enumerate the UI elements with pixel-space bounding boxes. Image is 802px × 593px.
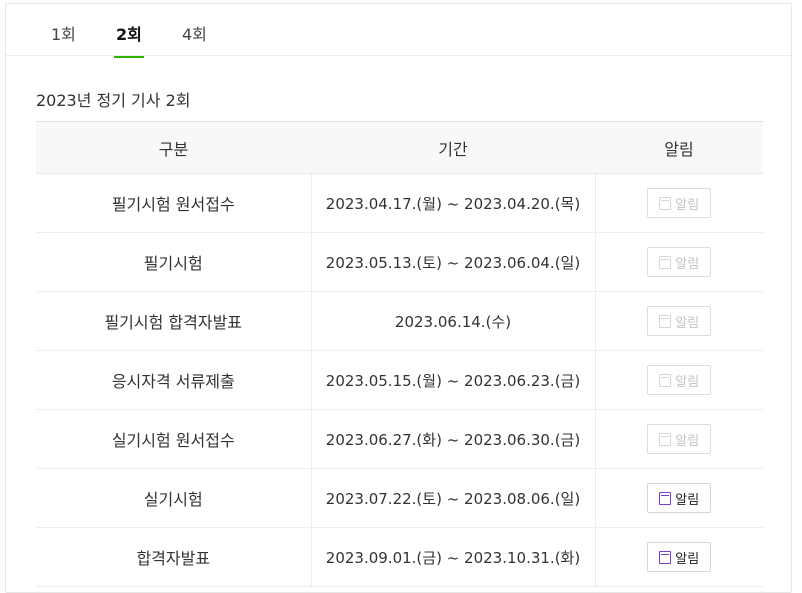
row-period: 2023.05.13.(토) ~ 2023.06.04.(일): [310, 232, 596, 292]
row-period: 2023.05.15.(월) ~ 2023.06.23.(금): [310, 350, 596, 410]
alarm-button[interactable]: 알림: [647, 483, 712, 513]
alarm-button-label: 알림: [675, 374, 700, 390]
row-category: 실기시험 원서접수: [36, 409, 311, 469]
row-category: 필기시험: [36, 232, 311, 292]
tab-round-2[interactable]: 2회: [114, 21, 144, 58]
alarm-button[interactable]: 알림: [647, 306, 712, 336]
row-alarm-cell: 알림: [595, 291, 763, 351]
calendar-icon: [659, 373, 672, 387]
row-category: 합격자발표: [36, 527, 311, 587]
row-period: 2023.04.17.(월) ~ 2023.04.20.(목): [310, 173, 596, 233]
table-row: 응시자격 서류제출 2023.05.15.(월) ~ 2023.06.23.(금…: [36, 350, 763, 410]
calendar-icon: [659, 314, 672, 328]
table-row: 필기시험 2023.05.13.(토) ~ 2023.06.04.(일) 알림: [36, 232, 763, 292]
schedule-panel: 1회 2회 4회 2023년 정기 기사 2회 구분 기간 알림 필기시험 원서…: [5, 3, 792, 593]
row-alarm-cell: 알림: [595, 468, 763, 528]
calendar-icon: [659, 432, 672, 446]
calendar-icon: [659, 196, 672, 210]
row-period: 2023.06.14.(수): [310, 291, 596, 351]
header-period: 기간: [311, 121, 595, 174]
alarm-button[interactable]: 알림: [647, 247, 712, 277]
alarm-button-label: 알림: [675, 315, 700, 331]
row-category: 필기시험 원서접수: [36, 173, 311, 233]
alarm-button[interactable]: 알림: [647, 542, 712, 572]
calendar-icon: [659, 255, 672, 269]
alarm-button-label: 알림: [675, 492, 700, 508]
alarm-button[interactable]: 알림: [647, 188, 712, 218]
table-row: 필기시험 원서접수 2023.04.17.(월) ~ 2023.04.20.(목…: [36, 173, 763, 233]
alarm-button-label: 알림: [675, 197, 700, 213]
row-alarm-cell: 알림: [595, 173, 763, 233]
table-row: 필기시험 합격자발표 2023.06.14.(수) 알림: [36, 291, 763, 351]
header-category: 구분: [36, 121, 311, 174]
schedule-table: 구분 기간 알림 필기시험 원서접수 2023.04.17.(월) ~ 2023…: [36, 121, 763, 587]
alarm-button[interactable]: 알림: [647, 365, 712, 395]
alarm-button[interactable]: 알림: [647, 424, 712, 454]
alarm-button-label: 알림: [675, 256, 700, 272]
table-header-row: 구분 기간 알림: [36, 121, 763, 174]
row-period: 2023.07.22.(토) ~ 2023.08.06.(일): [310, 468, 596, 528]
calendar-icon: [659, 550, 672, 564]
alarm-button-label: 알림: [675, 433, 700, 449]
row-category: 실기시험: [36, 468, 311, 528]
tab-round-4[interactable]: 4회: [180, 21, 209, 56]
row-category: 응시자격 서류제출: [36, 350, 311, 410]
row-period: 2023.09.01.(금) ~ 2023.10.31.(화): [310, 527, 596, 587]
alarm-button-label: 알림: [675, 551, 700, 567]
row-category: 필기시험 합격자발표: [36, 291, 311, 351]
section-title: 2023년 정기 기사 2회: [36, 91, 191, 110]
row-alarm-cell: 알림: [595, 232, 763, 292]
header-alarm: 알림: [595, 121, 763, 174]
table-row: 실기시험 원서접수 2023.06.27.(화) ~ 2023.06.30.(금…: [36, 409, 763, 469]
row-period: 2023.06.27.(화) ~ 2023.06.30.(금): [310, 409, 596, 469]
row-alarm-cell: 알림: [595, 350, 763, 410]
round-tabs: 1회 2회 4회: [6, 4, 791, 58]
table-row: 합격자발표 2023.09.01.(금) ~ 2023.10.31.(화) 알림: [36, 527, 763, 587]
table-row: 실기시험 2023.07.22.(토) ~ 2023.08.06.(일) 알림: [36, 468, 763, 528]
calendar-icon: [659, 491, 672, 505]
row-alarm-cell: 알림: [595, 527, 763, 587]
row-alarm-cell: 알림: [595, 409, 763, 469]
tab-round-1[interactable]: 1회: [49, 21, 78, 56]
